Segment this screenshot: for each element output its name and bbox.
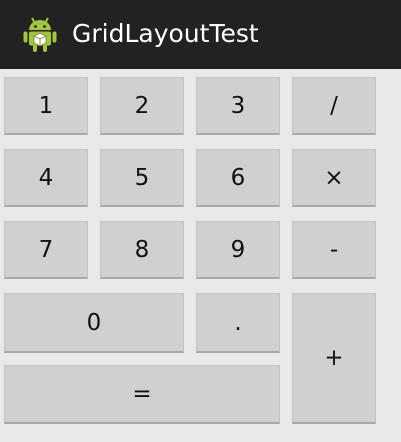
key-1-button[interactable]: 1 — [4, 77, 88, 135]
divide-button[interactable]: / — [292, 77, 376, 135]
key-3-button[interactable]: 3 — [196, 77, 280, 135]
action-bar: GridLayoutTest — [0, 0, 401, 69]
android-robot-icon[interactable] — [22, 12, 58, 54]
equals-button[interactable]: = — [4, 365, 280, 424]
app-title: GridLayoutTest — [72, 19, 259, 48]
key-9-button[interactable]: 9 — [196, 221, 280, 279]
multiply-button[interactable]: × — [292, 149, 376, 207]
key-7-button[interactable]: 7 — [4, 221, 88, 279]
key-4-button[interactable]: 4 — [4, 149, 88, 207]
key-8-button[interactable]: 8 — [100, 221, 184, 279]
key-6-button[interactable]: 6 — [196, 149, 280, 207]
add-button[interactable]: + — [292, 293, 376, 424]
decimal-point-button[interactable]: . — [196, 293, 280, 353]
key-5-button[interactable]: 5 — [100, 149, 184, 207]
key-2-button[interactable]: 2 — [100, 77, 184, 135]
subtract-button[interactable]: - — [292, 221, 376, 279]
key-0-button[interactable]: 0 — [4, 293, 184, 353]
